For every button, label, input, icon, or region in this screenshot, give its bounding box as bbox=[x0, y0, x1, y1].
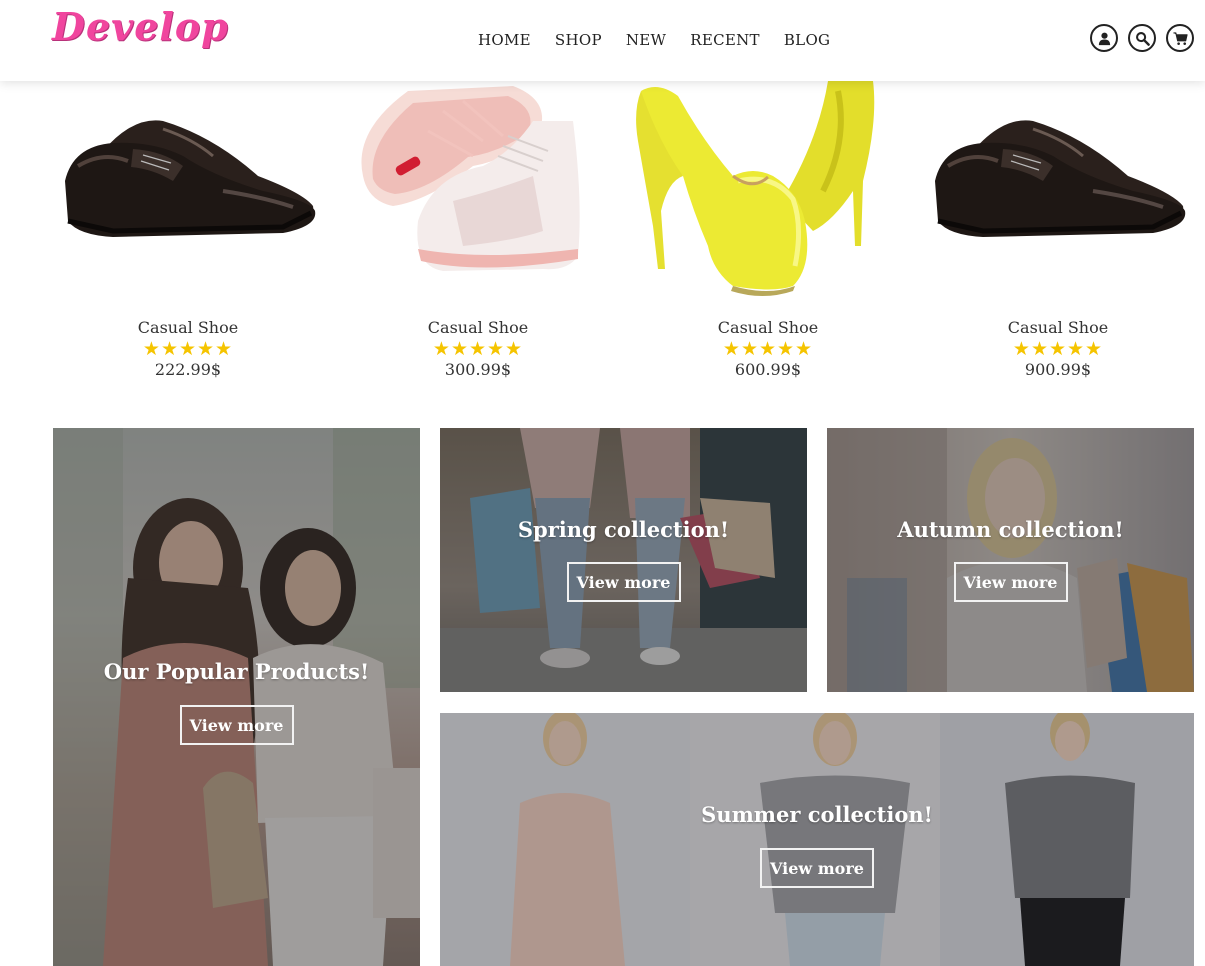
view-more-button[interactable]: View more bbox=[760, 848, 874, 888]
summer-collection-banner[interactable]: Summer collection! View more bbox=[440, 713, 1194, 966]
banner-overlay bbox=[53, 428, 420, 966]
header-icons bbox=[1090, 24, 1194, 52]
product-price: 900.99$ bbox=[1024, 360, 1092, 379]
product-card[interactable]: Casual Shoe ★★★★★ 222.99$ bbox=[43, 81, 333, 391]
view-more-button[interactable]: View more bbox=[566, 562, 681, 602]
banner-overlay bbox=[440, 713, 1194, 966]
nav-home[interactable]: HOME bbox=[478, 31, 531, 49]
nav-recent[interactable]: RECENT bbox=[690, 31, 760, 49]
user-icon[interactable] bbox=[1090, 24, 1118, 52]
product-card[interactable]: Casual Shoe ★★★★★ 900.99$ bbox=[913, 81, 1203, 391]
cart-icon[interactable] bbox=[1166, 24, 1194, 52]
autumn-collection-banner[interactable]: Autumn collection! View more bbox=[827, 428, 1194, 692]
rating-stars: ★★★★★ bbox=[1012, 338, 1104, 360]
product-price: 222.99$ bbox=[154, 360, 222, 379]
banner-title: Spring collection! bbox=[517, 517, 730, 542]
nav-new[interactable]: NEW bbox=[626, 31, 666, 49]
banner-title: Autumn collection! bbox=[897, 517, 1124, 542]
product-price: 600.99$ bbox=[734, 360, 802, 379]
logo[interactable]: Develop bbox=[52, 4, 229, 49]
rating-stars: ★★★★★ bbox=[432, 338, 524, 360]
shoe-image bbox=[65, 120, 316, 237]
banner-overlay bbox=[827, 428, 1194, 692]
shoe-image bbox=[935, 120, 1186, 237]
product-name: Casual Shoe bbox=[137, 318, 239, 337]
banner-title: Our Popular Products! bbox=[103, 659, 370, 684]
product-name: Casual Shoe bbox=[717, 318, 819, 337]
nav-blog[interactable]: BLOG bbox=[784, 31, 830, 49]
rating-stars: ★★★★★ bbox=[722, 338, 814, 360]
view-more-button[interactable]: View more bbox=[953, 562, 1068, 602]
product-list: Casual Shoe ★★★★★ 222.99$ Casual Shoe ★★… bbox=[43, 81, 1203, 391]
shoe-image bbox=[636, 81, 875, 296]
popular-products-banner[interactable]: Our Popular Products! View more bbox=[53, 428, 420, 966]
product-card[interactable]: Casual Shoe ★★★★★ 600.99$ bbox=[623, 81, 913, 391]
product-name: Casual Shoe bbox=[427, 318, 529, 337]
banner-title: Summer collection! bbox=[701, 802, 933, 827]
shoe-image bbox=[361, 86, 580, 271]
spring-collection-banner[interactable]: Spring collection! View more bbox=[440, 428, 807, 692]
banner-overlay bbox=[440, 428, 807, 692]
view-more-button[interactable]: View more bbox=[179, 705, 294, 745]
product-price: 300.99$ bbox=[444, 360, 512, 379]
search-icon[interactable] bbox=[1128, 24, 1156, 52]
site-header: Develop HOME SHOP NEW RECENT BLOG bbox=[0, 0, 1205, 81]
rating-stars: ★★★★★ bbox=[142, 338, 234, 360]
product-card[interactable]: Casual Shoe ★★★★★ 300.99$ bbox=[333, 81, 623, 391]
product-name: Casual Shoe bbox=[1007, 318, 1109, 337]
nav-shop[interactable]: SHOP bbox=[555, 31, 602, 49]
main-nav: HOME SHOP NEW RECENT BLOG bbox=[478, 31, 830, 49]
